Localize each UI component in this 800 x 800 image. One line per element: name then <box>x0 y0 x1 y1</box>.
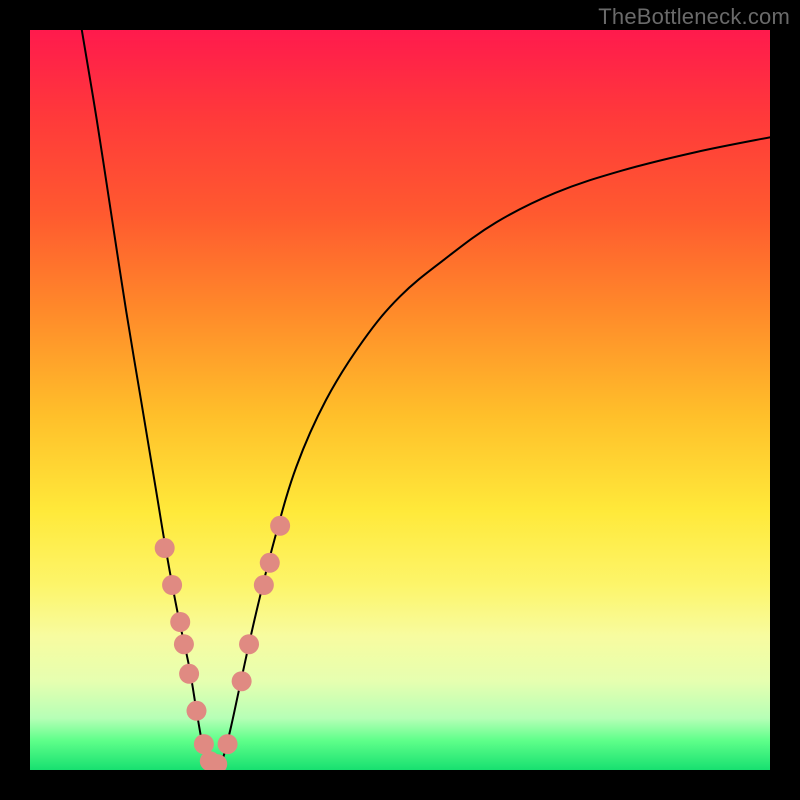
marker-point <box>162 575 182 595</box>
curve-left-branch <box>82 30 210 768</box>
marker-point <box>187 701 207 721</box>
marker-point <box>170 612 190 632</box>
plot-svg <box>30 30 770 770</box>
marker-point <box>155 538 175 558</box>
watermark-label: TheBottleneck.com <box>598 4 790 30</box>
marker-point <box>174 634 194 654</box>
curve-right-branch <box>219 137 770 767</box>
marker-point <box>270 516 290 536</box>
marker-point <box>254 575 274 595</box>
chart-container: TheBottleneck.com <box>0 0 800 800</box>
marker-point <box>194 734 214 754</box>
marker-point <box>232 671 252 691</box>
marker-point <box>179 664 199 684</box>
marker-point <box>239 634 259 654</box>
plot-area <box>30 30 770 770</box>
marker-point <box>218 734 238 754</box>
marker-point <box>260 553 280 573</box>
